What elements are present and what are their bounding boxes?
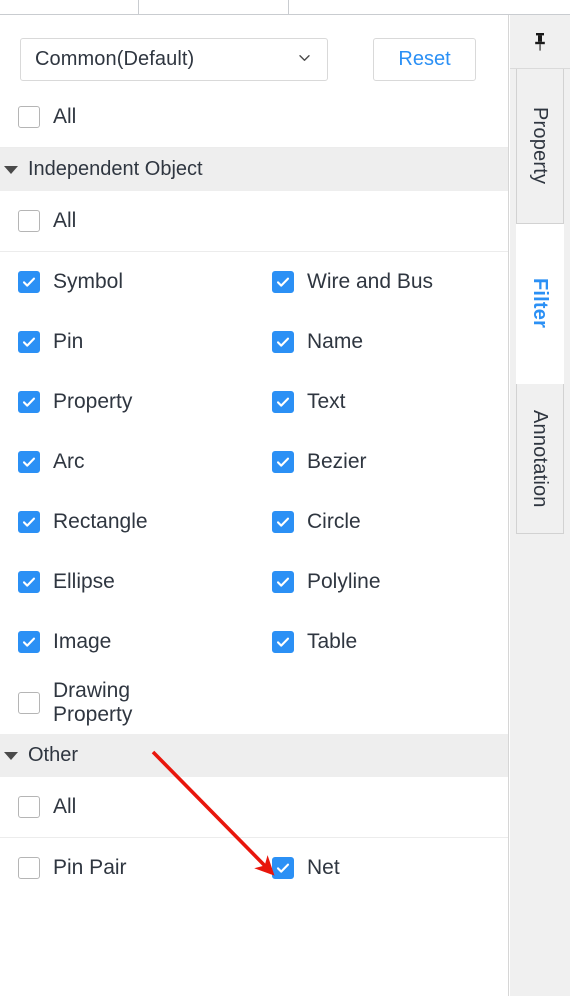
checkbox-box-checked[interactable] bbox=[272, 857, 294, 879]
checkbox-label: All bbox=[53, 105, 77, 129]
checkbox-box-unchecked[interactable] bbox=[18, 796, 40, 818]
checkbox-ellipse[interactable]: Ellipse bbox=[18, 552, 272, 612]
filter-panel-screen: Common(Default) Reset All Independent Ob… bbox=[0, 0, 570, 996]
checkbox-box-checked[interactable] bbox=[272, 571, 294, 593]
tab-annotation[interactable]: Annotation bbox=[516, 384, 564, 534]
filter-row: Rectangle Circle bbox=[0, 492, 508, 552]
filter-row: Ellipse Polyline bbox=[0, 552, 508, 612]
checkbox-text[interactable]: Text bbox=[272, 372, 508, 432]
checkbox-box-unchecked[interactable] bbox=[18, 210, 40, 232]
filter-panel: Common(Default) Reset All Independent Ob… bbox=[0, 15, 509, 996]
checkbox-label: Rectangle bbox=[53, 510, 148, 534]
section-header-other[interactable]: Other bbox=[0, 734, 508, 777]
checkbox-label: Polyline bbox=[307, 570, 381, 594]
checkbox-global-all[interactable]: All bbox=[18, 87, 272, 147]
side-tab-rail: Property Filter Annotation bbox=[510, 15, 570, 996]
section-header-independent-object[interactable]: Independent Object bbox=[0, 148, 508, 191]
filter-row: Drawing Property bbox=[0, 672, 508, 734]
checkbox-label: Arc bbox=[53, 450, 85, 474]
checkbox-polyline[interactable]: Polyline bbox=[272, 552, 508, 612]
checkbox-box-checked[interactable] bbox=[272, 331, 294, 353]
checkbox-box-checked[interactable] bbox=[18, 631, 40, 653]
checkbox-bezier[interactable]: Bezier bbox=[272, 432, 508, 492]
checkbox-box-checked[interactable] bbox=[18, 391, 40, 413]
checkbox-pin-pair[interactable]: Pin Pair bbox=[18, 838, 272, 898]
filter-row: Arc Bezier bbox=[0, 432, 508, 492]
checkbox-label: Net bbox=[307, 856, 340, 880]
preset-select[interactable]: Common(Default) bbox=[20, 37, 328, 81]
checkbox-drawing-property[interactable]: Drawing Property bbox=[18, 672, 272, 734]
checkbox-label: Symbol bbox=[53, 270, 124, 294]
checkbox-box-unchecked[interactable] bbox=[18, 692, 40, 714]
checkbox-box-checked[interactable] bbox=[18, 571, 40, 593]
checkbox-box-unchecked[interactable] bbox=[18, 106, 40, 128]
checkbox-box-checked[interactable] bbox=[272, 451, 294, 473]
chevron-down-icon bbox=[298, 51, 311, 64]
checkbox-label: Property bbox=[53, 390, 133, 414]
window-top-strip bbox=[0, 0, 570, 15]
row-global-all[interactable]: All bbox=[0, 87, 508, 148]
filter-row: Pin Name bbox=[0, 312, 508, 372]
tab-filter[interactable]: Filter bbox=[516, 224, 564, 384]
checkbox-label: All bbox=[53, 209, 77, 233]
checkbox-wire-and-bus[interactable]: Wire and Bus bbox=[272, 252, 508, 312]
triangle-down-icon bbox=[4, 751, 18, 760]
checkbox-image[interactable]: Image bbox=[18, 612, 272, 672]
filter-row: Symbol Wire and Bus bbox=[0, 252, 508, 312]
checkbox-table[interactable]: Table bbox=[272, 612, 508, 672]
checkbox-label: Pin Pair bbox=[53, 856, 127, 880]
reset-button[interactable]: Reset bbox=[373, 37, 476, 81]
checkbox-box-checked[interactable] bbox=[272, 511, 294, 533]
checkbox-box-checked[interactable] bbox=[18, 271, 40, 293]
checkbox-label: Drawing Property bbox=[53, 679, 133, 726]
top-strip-divider-2 bbox=[288, 0, 289, 14]
checkbox-label: Table bbox=[307, 630, 358, 654]
triangle-down-icon bbox=[4, 165, 18, 174]
tab-label: Annotation bbox=[529, 409, 551, 508]
checkbox-box-checked[interactable] bbox=[18, 451, 40, 473]
checkbox-label: Image bbox=[53, 630, 112, 654]
checkbox-label: Bezier bbox=[307, 450, 367, 474]
checkbox-box-checked[interactable] bbox=[18, 331, 40, 353]
filter-row: Property Text bbox=[0, 372, 508, 432]
checkbox-label: Text bbox=[307, 390, 346, 414]
pushpin-icon[interactable] bbox=[510, 15, 570, 69]
checkbox-pin[interactable]: Pin bbox=[18, 312, 272, 372]
checkbox-name[interactable]: Name bbox=[272, 312, 508, 372]
row-section-all-independent-object[interactable]: All bbox=[0, 191, 508, 252]
checkbox-arc[interactable]: Arc bbox=[18, 432, 272, 492]
filter-toolbar: Common(Default) Reset bbox=[0, 15, 508, 87]
checkbox-circle[interactable]: Circle bbox=[272, 492, 508, 552]
checkbox-property[interactable]: Property bbox=[18, 372, 272, 432]
checkbox-symbol[interactable]: Symbol bbox=[18, 252, 272, 312]
preset-select-value: Common(Default) bbox=[35, 48, 195, 70]
checkbox-label: Ellipse bbox=[53, 570, 115, 594]
checkbox-box-unchecked[interactable] bbox=[18, 857, 40, 879]
checkbox-section-all[interactable]: All bbox=[18, 191, 272, 251]
checkbox-label: Name bbox=[307, 330, 364, 354]
checkbox-section-all[interactable]: All bbox=[18, 777, 272, 837]
checkbox-box-checked[interactable] bbox=[272, 391, 294, 413]
checkbox-box-checked[interactable] bbox=[272, 271, 294, 293]
checkbox-label: Circle bbox=[307, 510, 361, 534]
tab-label: Property bbox=[529, 107, 551, 185]
checkbox-label: Wire and Bus bbox=[307, 270, 434, 294]
section-title: Independent Object bbox=[28, 158, 203, 180]
tab-property[interactable]: Property bbox=[516, 69, 564, 224]
row-section-all-other[interactable]: All bbox=[0, 777, 508, 838]
checkbox-label: Pin bbox=[53, 330, 84, 354]
section-title: Other bbox=[28, 744, 79, 766]
checkbox-box-checked[interactable] bbox=[272, 631, 294, 653]
tab-label: Filter bbox=[529, 278, 551, 329]
checkbox-rectangle[interactable]: Rectangle bbox=[18, 492, 272, 552]
checkbox-box-checked[interactable] bbox=[18, 511, 40, 533]
top-strip-divider-1 bbox=[138, 0, 139, 14]
filter-row: Pin Pair Net bbox=[0, 838, 508, 898]
checkbox-label: All bbox=[53, 795, 77, 819]
filter-row: Image Table bbox=[0, 612, 508, 672]
checkbox-net[interactable]: Net bbox=[272, 838, 508, 898]
